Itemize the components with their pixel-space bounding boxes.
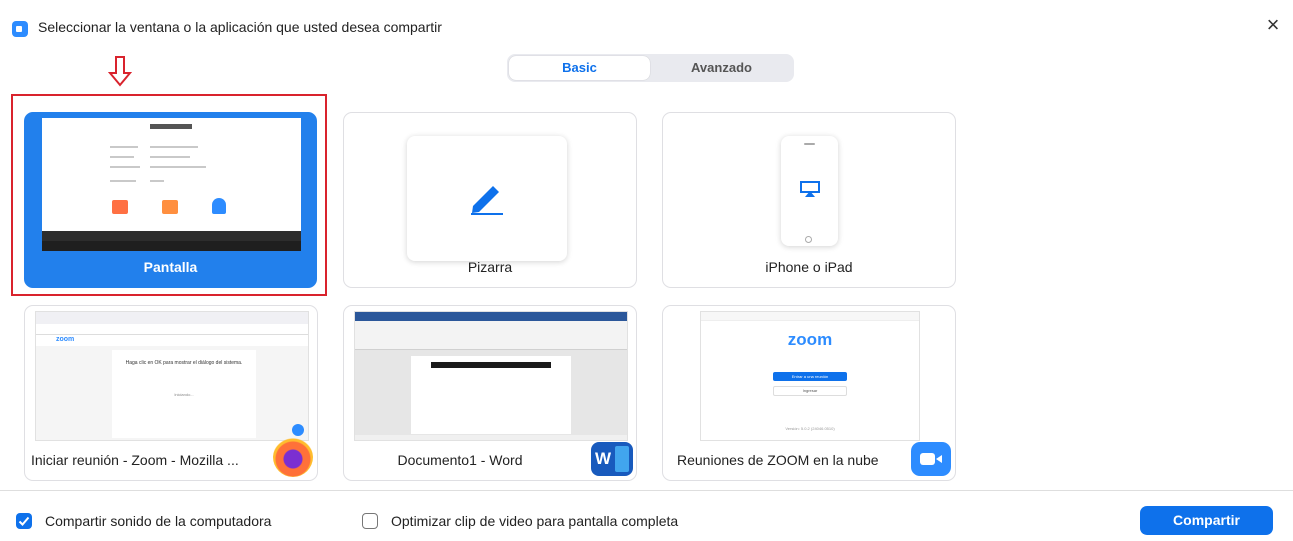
share-audio-label: Compartir sonido de la computadora <box>45 513 272 529</box>
zoom-logo-text: zoom <box>56 336 75 343</box>
red-down-arrow-icon <box>108 56 132 87</box>
share-option-iphone-ipad[interactable]: iPhone o iPad <box>662 112 956 288</box>
share-option-pantalla[interactable]: Pantalla <box>24 112 317 288</box>
share-button[interactable]: Compartir <box>1140 506 1273 535</box>
close-icon[interactable]: × <box>1262 14 1284 36</box>
share-option-word-window[interactable]: Documento1 - Word W <box>343 305 637 481</box>
checkmark-icon <box>18 516 30 526</box>
screen-preview-thumbnail <box>42 118 301 251</box>
share-option-zoom-window[interactable]: zoom Entrar a una reunión Ingresar Versi… <box>662 305 956 481</box>
option-label: Pizarra <box>467 259 513 275</box>
loading-text: Iniciando... <box>174 392 194 397</box>
window-title: Seleccionar la ventana o la aplicación q… <box>38 19 442 35</box>
option-label: Documento1 - Word <box>397 452 523 468</box>
pencil-icon <box>471 186 503 215</box>
version-text: Versión: 5.0.2 (24046.0510) <box>785 426 835 431</box>
whiteboard-preview <box>407 136 567 261</box>
phone-preview <box>781 136 838 246</box>
zoom-logo-text: zoom <box>787 330 833 349</box>
option-label: iPhone o iPad <box>765 259 853 275</box>
option-label: Reuniones de ZOOM en la nube <box>677 452 879 468</box>
share-option-firefox-window[interactable]: zoom Haga clic en OK para mostrar el diá… <box>24 305 318 481</box>
share-audio-checkbox[interactable] <box>16 513 32 529</box>
share-mode-tabs: Basic Avanzado <box>507 54 794 82</box>
firefox-icon <box>273 437 313 477</box>
option-label: Iniciar reunión - Zoom - Mozilla ... <box>31 452 239 468</box>
tab-avanzado[interactable]: Avanzado <box>651 56 792 80</box>
launch-message: Haga clic en OK para mostrar el diálogo … <box>125 360 243 366</box>
join-meeting-button: Entrar a una reunión <box>773 372 847 381</box>
share-option-pizarra[interactable]: Pizarra <box>343 112 637 288</box>
title-bar: Seleccionar la ventana o la aplicación q… <box>0 0 1293 40</box>
tab-basic[interactable]: Basic <box>509 56 650 80</box>
sign-in-button: Ingresar <box>773 386 847 396</box>
firefox-window-preview: zoom Haga clic en OK para mostrar el diá… <box>35 311 309 441</box>
optimize-video-checkbox[interactable] <box>362 513 378 529</box>
zoom-app-icon <box>12 21 28 37</box>
optimize-video-label: Optimizar clip de video para pantalla co… <box>391 513 679 529</box>
word-window-preview <box>354 311 628 441</box>
zoom-icon <box>911 442 951 476</box>
word-icon: W <box>591 442 633 476</box>
airplay-icon <box>800 181 820 197</box>
option-label: Pantalla <box>143 259 198 275</box>
zoom-window-preview: zoom Entrar a una reunión Ingresar Versi… <box>700 311 920 441</box>
